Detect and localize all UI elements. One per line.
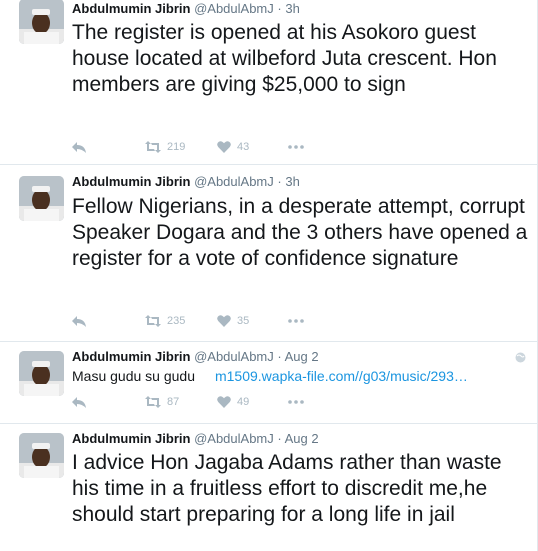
avatar[interactable] [19, 433, 64, 478]
tweet-text: I advice Hon Jagaba Adams rather than wa… [72, 451, 502, 526]
author-handle[interactable]: @AbdulAbmJ [194, 431, 274, 446]
timestamp[interactable]: 3h [285, 174, 299, 189]
retweet-button[interactable]: 235 [145, 311, 185, 331]
author-handle[interactable]: @AbdulAbmJ [194, 1, 274, 16]
tweet-feed: Abdulmumin Jibrin @AbdulAbmJ · 3h The re… [0, 0, 538, 551]
separator: · [277, 349, 282, 364]
tweet-header: Abdulmumin Jibrin @AbdulAbmJ · Aug 2 [72, 431, 319, 446]
tweet-header: Abdulmumin Jibrin @AbdulAbmJ · 3h [72, 1, 300, 16]
author-name[interactable]: Abdulmumin Jibrin [72, 349, 190, 364]
more-button[interactable] [288, 311, 304, 331]
timestamp[interactable]: 3h [285, 1, 299, 16]
retweet-count: 87 [167, 396, 180, 408]
author-name[interactable]: Abdulmumin Jibrin [72, 431, 190, 446]
retweet-icon [145, 141, 161, 153]
avatar[interactable] [19, 0, 64, 44]
retweet-button[interactable]: 219 [145, 137, 185, 157]
timestamp[interactable]: Aug 2 [285, 431, 319, 446]
separator: · [277, 174, 282, 189]
avatar[interactable] [19, 351, 64, 396]
tweet[interactable]: Abdulmumin Jibrin @AbdulAbmJ · Aug 2 I a… [0, 424, 537, 551]
reply-icon [72, 397, 86, 408]
tweet[interactable]: Abdulmumin Jibrin @AbdulAbmJ · 3h The re… [0, 0, 537, 165]
like-button[interactable]: 43 [217, 137, 249, 157]
author-name[interactable]: Abdulmumin Jibrin [72, 1, 190, 16]
separator: · [277, 431, 282, 446]
like-count: 35 [237, 315, 250, 327]
like-count: 43 [237, 141, 250, 153]
like-button[interactable]: 35 [217, 311, 249, 331]
reply-icon [72, 316, 86, 327]
tweet-link[interactable]: m1509.wapka-file.com//g03/music/293… [215, 368, 468, 384]
tweet-text: Masu gudu su gudu m1509.wapka-file.com//g… [72, 367, 532, 385]
avatar[interactable] [19, 176, 64, 221]
tweet-text: The register is opened at his Asokoro gu… [72, 21, 497, 96]
like-count: 49 [237, 396, 250, 408]
reply-button[interactable] [72, 392, 86, 412]
separator: · [277, 1, 282, 16]
author-name[interactable]: Abdulmumin Jibrin [72, 174, 190, 189]
tweet-text-body: Masu gudu su gudu [72, 368, 195, 384]
more-button[interactable] [288, 392, 304, 412]
heart-icon [217, 141, 231, 153]
retweet-icon [145, 315, 161, 327]
tweet-header: Abdulmumin Jibrin @AbdulAbmJ · Aug 2 [72, 349, 319, 364]
retweet-button[interactable]: 87 [145, 392, 179, 412]
tweet-header: Abdulmumin Jibrin @AbdulAbmJ · 3h [72, 174, 300, 189]
reply-button[interactable] [72, 137, 86, 157]
globe-icon[interactable] [515, 352, 526, 363]
reply-icon [72, 142, 86, 153]
more-icon [288, 319, 304, 323]
tweet[interactable]: Abdulmumin Jibrin @AbdulAbmJ · Aug 2 Mas… [0, 342, 537, 424]
heart-icon [217, 315, 231, 327]
retweet-icon [145, 396, 161, 408]
more-icon [288, 145, 304, 149]
reply-button[interactable] [72, 311, 86, 331]
retweet-count: 235 [167, 315, 186, 327]
heart-icon [217, 396, 231, 408]
retweet-count: 219 [167, 141, 186, 153]
like-button[interactable]: 49 [217, 392, 249, 412]
more-button[interactable] [288, 137, 304, 157]
author-handle[interactable]: @AbdulAbmJ [194, 174, 274, 189]
tweet-text: Fellow Nigerians, in a desperate attempt… [72, 195, 528, 270]
tweet[interactable]: Abdulmumin Jibrin @AbdulAbmJ · 3h Fellow… [0, 165, 537, 342]
author-handle[interactable]: @AbdulAbmJ [194, 349, 274, 364]
timestamp[interactable]: Aug 2 [285, 349, 319, 364]
more-icon [288, 400, 304, 404]
